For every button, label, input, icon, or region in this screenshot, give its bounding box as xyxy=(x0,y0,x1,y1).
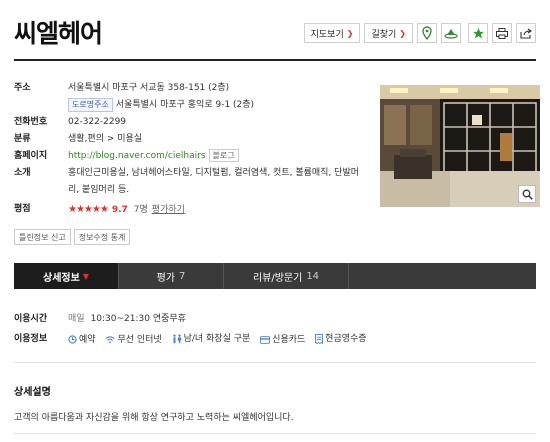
amenity-reservation: 예약 xyxy=(68,330,96,350)
category-row: 분류 생활,편의 > 미용실 xyxy=(14,131,364,148)
amenity-receipt-label: 현금영수증 xyxy=(325,334,367,344)
amenities-label: 이용정보 xyxy=(14,334,48,344)
tab-review-count: 14 xyxy=(306,270,320,282)
directions-label: 길찾기 xyxy=(371,29,397,40)
blog-tag: 블로그 xyxy=(208,149,239,162)
print-icon xyxy=(496,27,508,39)
homepage-row: 홈페이지 http://blog.naver.com/cielhairs 블로그 xyxy=(14,148,364,165)
restroom-icon xyxy=(172,334,181,344)
caret-down-icon: ▼ xyxy=(82,271,89,281)
homepage-label: 홈페이지 xyxy=(14,151,48,161)
hours-row: 이용시간 매일 10:30~21:30 연중무휴 xyxy=(14,309,536,329)
map-view-label: 지도보기 xyxy=(310,29,344,40)
star-icon xyxy=(472,27,484,38)
location-pin-icon xyxy=(422,26,432,40)
share-icon xyxy=(520,28,532,39)
address-value: 서울특별시 마포구 서교동 358-151 (2층) xyxy=(68,83,230,93)
section-divider xyxy=(14,362,536,363)
category-value: 생활,편의 > 미용실 xyxy=(68,134,143,144)
road-address-tag: 도로명주소 xyxy=(68,98,113,112)
credit-card-icon xyxy=(260,336,271,344)
rating-count: 7명 xyxy=(133,205,148,215)
tab-rating-label: 평가 xyxy=(156,272,176,284)
top-actions: 지도보기 ❯ 길찾기 ❯ xyxy=(303,23,536,43)
hours-day: 매일 xyxy=(68,314,85,324)
road-address-row: 도로명주소 서울특별시 마포구 홍익로 9-1 (2층) xyxy=(14,97,364,114)
road-address-spacer xyxy=(14,97,68,114)
hours-label: 이용시간 xyxy=(14,314,48,324)
rate-link[interactable]: 평가하기 xyxy=(152,205,185,215)
location-pin-button[interactable] xyxy=(417,23,437,43)
hours-value: 10:30~21:30 연중무휴 xyxy=(90,314,186,324)
place-photo[interactable] xyxy=(380,85,540,207)
tab-rating-count: 7 xyxy=(179,270,186,282)
amenity-restroom: 남/녀 화장실 구분 xyxy=(172,329,251,349)
tab-detail[interactable]: 상세정보 ▼ xyxy=(14,263,119,289)
stats-button[interactable]: 정보수정 통계 xyxy=(73,229,131,245)
tab-review[interactable]: 리뷰/방문기 14 xyxy=(224,263,349,289)
street-view-icon xyxy=(444,29,458,39)
rating-label: 평점 xyxy=(14,204,31,214)
amenity-card-label: 신용카드 xyxy=(272,335,306,345)
description-title: 상세설명 xyxy=(14,387,51,398)
magnifier-icon xyxy=(522,189,533,200)
phone-value: 02-322-2299 xyxy=(68,117,127,127)
report-button[interactable]: 틀린정보 신고 xyxy=(14,229,71,245)
tab-rating[interactable]: 평가 7 xyxy=(119,263,224,289)
info-section: 주소 서울특별시 마포구 서교동 358-151 (2층) 도로명주소 서울특별시… xyxy=(14,80,364,219)
street-view-button[interactable] xyxy=(441,23,461,43)
rating-stars: ★★★★★ xyxy=(68,204,109,215)
intro-value: 홍대인근미용실, 남녀헤어스타일, 디지털펌, 컬러염색, 컷트, 볼륨매직, … xyxy=(68,168,360,195)
sub-buttons: 틀린정보 신고 정보수정 통계 xyxy=(14,229,131,245)
directions-button[interactable]: 길찾기 ❯ xyxy=(364,23,413,43)
detail-tabs: 상세정보 ▼ 평가 7 리뷰/방문기 14 xyxy=(14,263,536,289)
tab-review-label: 리뷰/방문기 xyxy=(252,272,303,284)
usage-section: 이용시간 매일 10:30~21:30 연중무휴 이용정보 예약 무선 인터넷 남… xyxy=(14,309,536,352)
amenity-wifi: 무선 인터넷 xyxy=(105,330,162,350)
amenity-receipt: 현금영수증 xyxy=(315,329,367,349)
amenity-reservation-label: 예약 xyxy=(79,334,96,345)
phone-row: 전화번호 02-322-2299 xyxy=(14,114,364,131)
bottom-divider xyxy=(14,433,536,434)
zoom-button[interactable] xyxy=(518,185,536,203)
tab-detail-label: 상세정보 xyxy=(43,272,80,284)
road-address-value: 서울특별시 마포구 홍익로 9-1 (2층) xyxy=(115,100,255,110)
rating-row: 평점 ★★★★★ 9.7 7명 평가하기 xyxy=(14,201,364,219)
map-view-button[interactable]: 지도보기 ❯ xyxy=(303,23,361,43)
category-label: 분류 xyxy=(14,134,31,144)
homepage-link[interactable]: http://blog.naver.com/cielhairs xyxy=(68,151,206,161)
rating-score: 9.7 xyxy=(111,205,128,215)
chevron-right-icon: ❯ xyxy=(346,28,354,38)
favorite-button[interactable] xyxy=(468,23,488,43)
print-button[interactable] xyxy=(492,23,512,43)
address-row: 주소 서울특별시 마포구 서교동 358-151 (2층) xyxy=(14,80,364,97)
clock-icon xyxy=(68,335,77,344)
receipt-icon xyxy=(315,334,324,344)
amenities-row: 이용정보 예약 무선 인터넷 남/녀 화장실 구분 신용카드 현금영수증 xyxy=(14,329,536,352)
title-divider xyxy=(14,59,536,61)
intro-row: 소개 홍대인근미용실, 남녀헤어스타일, 디지털펌, 컬러염색, 컷트, 볼륨매… xyxy=(14,165,364,199)
amenity-card: 신용카드 xyxy=(260,330,305,350)
description-text: 고객의 아름다움과 자신감을 위해 항상 연구하고 노력하는 씨엘헤어입니다. xyxy=(14,413,294,423)
share-button[interactable] xyxy=(516,23,536,43)
address-label: 주소 xyxy=(14,83,31,93)
intro-label: 소개 xyxy=(14,168,31,178)
amenity-wifi-label: 무선 인터넷 xyxy=(117,334,162,345)
phone-label: 전화번호 xyxy=(14,117,48,127)
wifi-icon xyxy=(105,336,115,344)
amenity-restroom-label: 남/녀 화장실 구분 xyxy=(183,334,251,344)
salon-interior-image xyxy=(380,85,540,207)
chevron-right-icon: ❯ xyxy=(399,28,406,38)
page-title: 씨엘헤어 xyxy=(14,19,103,48)
